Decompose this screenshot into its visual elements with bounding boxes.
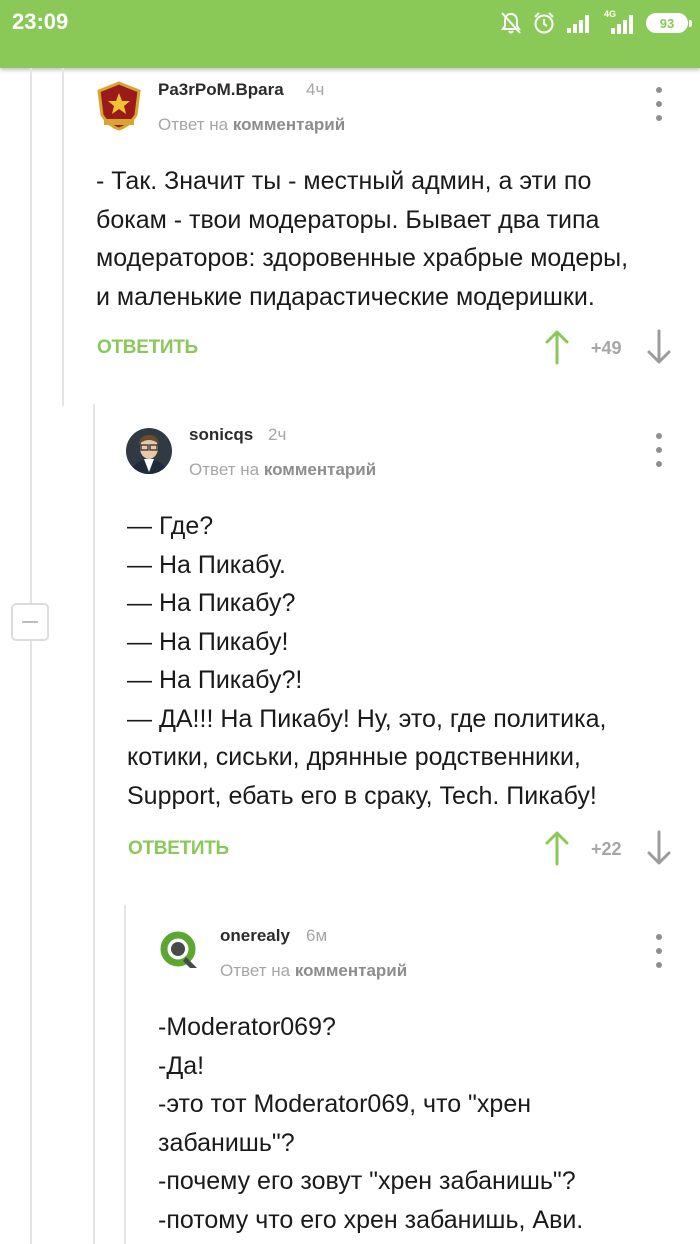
more-options-icon[interactable]: [652, 87, 666, 121]
comment-line: -Moderator069?: [158, 1013, 336, 1041]
comment-line: и маленькие пидарастические модеришки.: [96, 282, 595, 311]
thread-line-level-1: [30, 68, 32, 1244]
comment-line: модераторов: здоровенные храбрые модеры,: [96, 244, 629, 272]
comment-author[interactable]: onerealy: [220, 926, 290, 946]
downvote-arrow-icon[interactable]: [646, 329, 672, 365]
reply-prefix: Ответ на: [158, 115, 229, 134]
comment-line: забанишь"?: [158, 1128, 295, 1157]
comment-line: -это тот Moderator069, что "хрен: [158, 1090, 532, 1118]
comment-line: бокам - твои модераторы. Бывает два типа: [96, 205, 600, 234]
reply-button[interactable]: ОТВЕТИТЬ: [128, 838, 229, 860]
status-time: 23:09: [12, 9, 69, 34]
signal-icon: [567, 15, 589, 33]
collapse-thread-button[interactable]: [11, 603, 49, 641]
comment-body: - Так. Значит ты - местный админ, а эти …: [96, 162, 628, 316]
network-label: 4G: [604, 9, 617, 19]
thread-line-level-4: [124, 905, 126, 1244]
avatar[interactable]: [157, 928, 203, 974]
comment-author[interactable]: Pa3rPoM.Bpara: [158, 80, 284, 100]
mute-bell-icon: [501, 12, 521, 34]
thread-line-level-2: [62, 68, 64, 406]
comment-line: — Где?: [127, 512, 214, 540]
more-options-icon[interactable]: [652, 433, 666, 467]
comment-line: - Так. Значит ты - местный админ, а эти …: [96, 167, 592, 195]
comment-line: -Да!: [158, 1051, 205, 1080]
status-bar: 23:09 4G 93: [0, 0, 700, 68]
thread-line-level-3: [93, 404, 95, 1244]
comment-line: — На Пикабу.: [127, 550, 286, 579]
reply-prefix: Ответ на: [220, 961, 291, 980]
signal-4g-icon: 4G: [602, 9, 636, 34]
comment-body: — Где? — На Пикабу. — На Пикабу? — На Пи…: [127, 507, 606, 815]
battery-icon: 93: [646, 13, 692, 33]
comment-score: +49: [591, 338, 622, 358]
reply-button[interactable]: ОТВЕТИТЬ: [97, 337, 198, 359]
comment-line: -потому что его хрен забанишь, Ави.: [158, 1205, 584, 1234]
downvote-arrow-icon[interactable]: [646, 830, 672, 866]
reply-to-line: Ответ на комментарий: [220, 961, 407, 981]
reply-to-line: Ответ на комментарий: [158, 115, 345, 135]
avatar[interactable]: [96, 81, 142, 131]
comment-time: 6м: [306, 926, 328, 945]
alarm-icon: [534, 12, 554, 34]
comment-body: -Moderator069? -Да! -это тот Moderator06…: [158, 1008, 583, 1239]
comment-score: +22: [591, 839, 622, 859]
comment-line: — На Пикабу?!: [127, 666, 303, 694]
comment-line: — На Пикабу?: [127, 589, 296, 617]
comment-time: 4ч: [306, 80, 325, 99]
comment-line: котики, сиськи, дрянные родственники,: [127, 743, 581, 771]
upvote-arrow-icon[interactable]: [544, 329, 570, 365]
comment-line: — На Пикабу!: [127, 627, 289, 656]
comment-line: — ДА!!! На Пикабу! Ну, это, где политика…: [127, 704, 607, 733]
status-icons: 4G 93: [500, 8, 692, 38]
avatar[interactable]: [126, 428, 172, 474]
reply-to-line: Ответ на комментарий: [189, 460, 376, 480]
reply-to-link[interactable]: комментарий: [264, 460, 376, 479]
comment-time: 2ч: [268, 425, 287, 444]
comment-line: Support, ебать его в сраку, Tech. Пикабу…: [127, 781, 597, 810]
comment-author[interactable]: sonicqs: [189, 425, 253, 445]
comment-line: -почему его зовут "хрен забанишь"?: [158, 1167, 576, 1195]
reply-to-link[interactable]: комментарий: [233, 115, 345, 134]
more-options-icon[interactable]: [652, 934, 666, 968]
upvote-arrow-icon[interactable]: [544, 830, 570, 866]
reply-to-link[interactable]: комментарий: [295, 961, 407, 980]
reply-prefix: Ответ на: [189, 460, 260, 479]
